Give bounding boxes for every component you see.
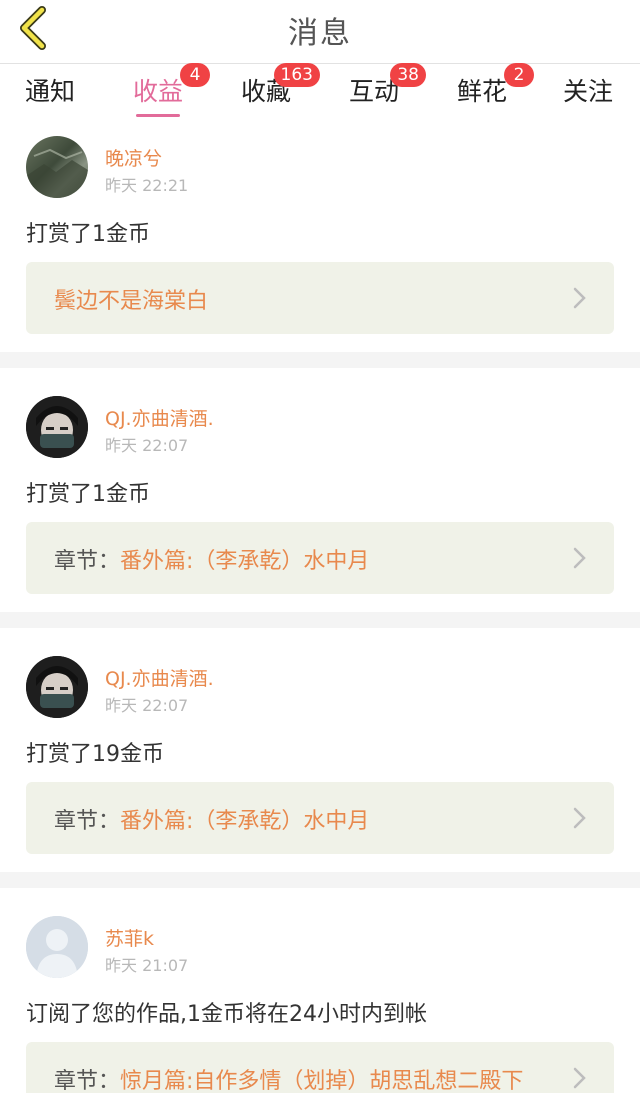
avatar[interactable] — [26, 656, 88, 718]
default-user-avatar-icon — [26, 916, 88, 978]
tab-favorites[interactable]: 收藏 163 — [226, 63, 320, 108]
work-title: 鬓边不是海棠白 — [54, 289, 209, 314]
tab-label: 鲜花 — [456, 77, 507, 106]
chevron-right-icon — [573, 547, 586, 569]
tab-bar: 通知 收益 4 收藏 163 互动 38 鲜花 2 关注 — [0, 63, 640, 120]
message-text: 打赏了1金币 — [26, 482, 150, 507]
avatar[interactable] — [26, 396, 88, 458]
avatar[interactable] — [26, 136, 88, 198]
chapter-link[interactable]: 章节：番外篇:（李承乾）水中月 — [26, 782, 614, 854]
landscape-avatar-icon — [26, 148, 88, 198]
timestamp: 昨天 21:07 — [105, 956, 189, 975]
timestamp: 昨天 22:07 — [105, 436, 189, 455]
timestamp: 昨天 22:21 — [105, 176, 189, 195]
username[interactable]: 苏菲k — [105, 924, 154, 951]
tab-flowers[interactable]: 鲜花 2 — [442, 63, 534, 108]
chevron-right-icon — [573, 287, 586, 309]
chapter-label: 章节： — [54, 549, 121, 574]
chapter-title: 惊月篇:自作多情（划掉）胡思乱想二殿下 — [120, 1069, 524, 1093]
chapter-link[interactable]: 章节：番外篇:（李承乾）水中月 — [26, 522, 614, 594]
tab-label: 通知 — [24, 77, 75, 106]
list-item: 苏菲k 昨天 21:07 订阅了您的作品,1金币将在24小时内到帐 章节：惊月篇… — [0, 888, 640, 1093]
timestamp: 昨天 22:07 — [105, 696, 189, 715]
avatar[interactable] — [26, 916, 88, 978]
chapter-title: 番外篇:（李承乾）水中月 — [120, 809, 370, 834]
tab-label: 关注 — [562, 77, 613, 106]
tab-following[interactable]: 关注 — [548, 72, 628, 108]
active-tab-indicator — [136, 114, 180, 117]
username[interactable]: QJ.亦曲清酒. — [105, 404, 214, 431]
tab-badge: 38 — [390, 63, 426, 87]
message-text: 打赏了1金币 — [26, 222, 150, 247]
masked-person-avatar-icon — [26, 656, 88, 718]
list-item: 晚凉兮 昨天 22:21 打赏了1金币 鬓边不是海棠白 — [0, 120, 640, 352]
chevron-right-icon — [573, 1067, 586, 1089]
tab-badge: 163 — [273, 63, 320, 87]
tab-badge: 4 — [180, 63, 210, 87]
chapter-title: 番外篇:（李承乾）水中月 — [120, 549, 370, 574]
message-text: 打赏了19金币 — [26, 742, 164, 767]
tab-earnings[interactable]: 收益 4 — [118, 63, 210, 117]
list-item: QJ.亦曲清酒. 昨天 22:07 打赏了19金币 章节：番外篇:（李承乾）水中… — [0, 628, 640, 872]
tab-label: 收益 — [132, 77, 183, 106]
username[interactable]: 晚凉兮 — [105, 144, 162, 171]
tab-notifications[interactable]: 通知 — [10, 72, 90, 108]
chapter-link[interactable]: 章节：惊月篇:自作多情（划掉）胡思乱想二殿下 — [26, 1042, 614, 1093]
tab-badge: 2 — [504, 63, 534, 87]
message-text: 订阅了您的作品,1金币将在24小时内到帐 — [26, 1002, 427, 1027]
page-title: 消息 — [288, 16, 352, 51]
username[interactable]: QJ.亦曲清酒. — [105, 664, 214, 691]
header: 消息 — [0, 0, 640, 64]
chapter-label: 章节： — [54, 1069, 121, 1093]
work-link[interactable]: 鬓边不是海棠白 — [26, 262, 614, 334]
chevron-right-icon — [573, 807, 586, 829]
list-item: QJ.亦曲清酒. 昨天 22:07 打赏了1金币 章节：番外篇:（李承乾）水中月 — [0, 368, 640, 612]
chapter-label: 章节： — [54, 809, 121, 834]
tab-interactions[interactable]: 互动 38 — [334, 63, 426, 108]
masked-person-avatar-icon — [26, 396, 88, 458]
